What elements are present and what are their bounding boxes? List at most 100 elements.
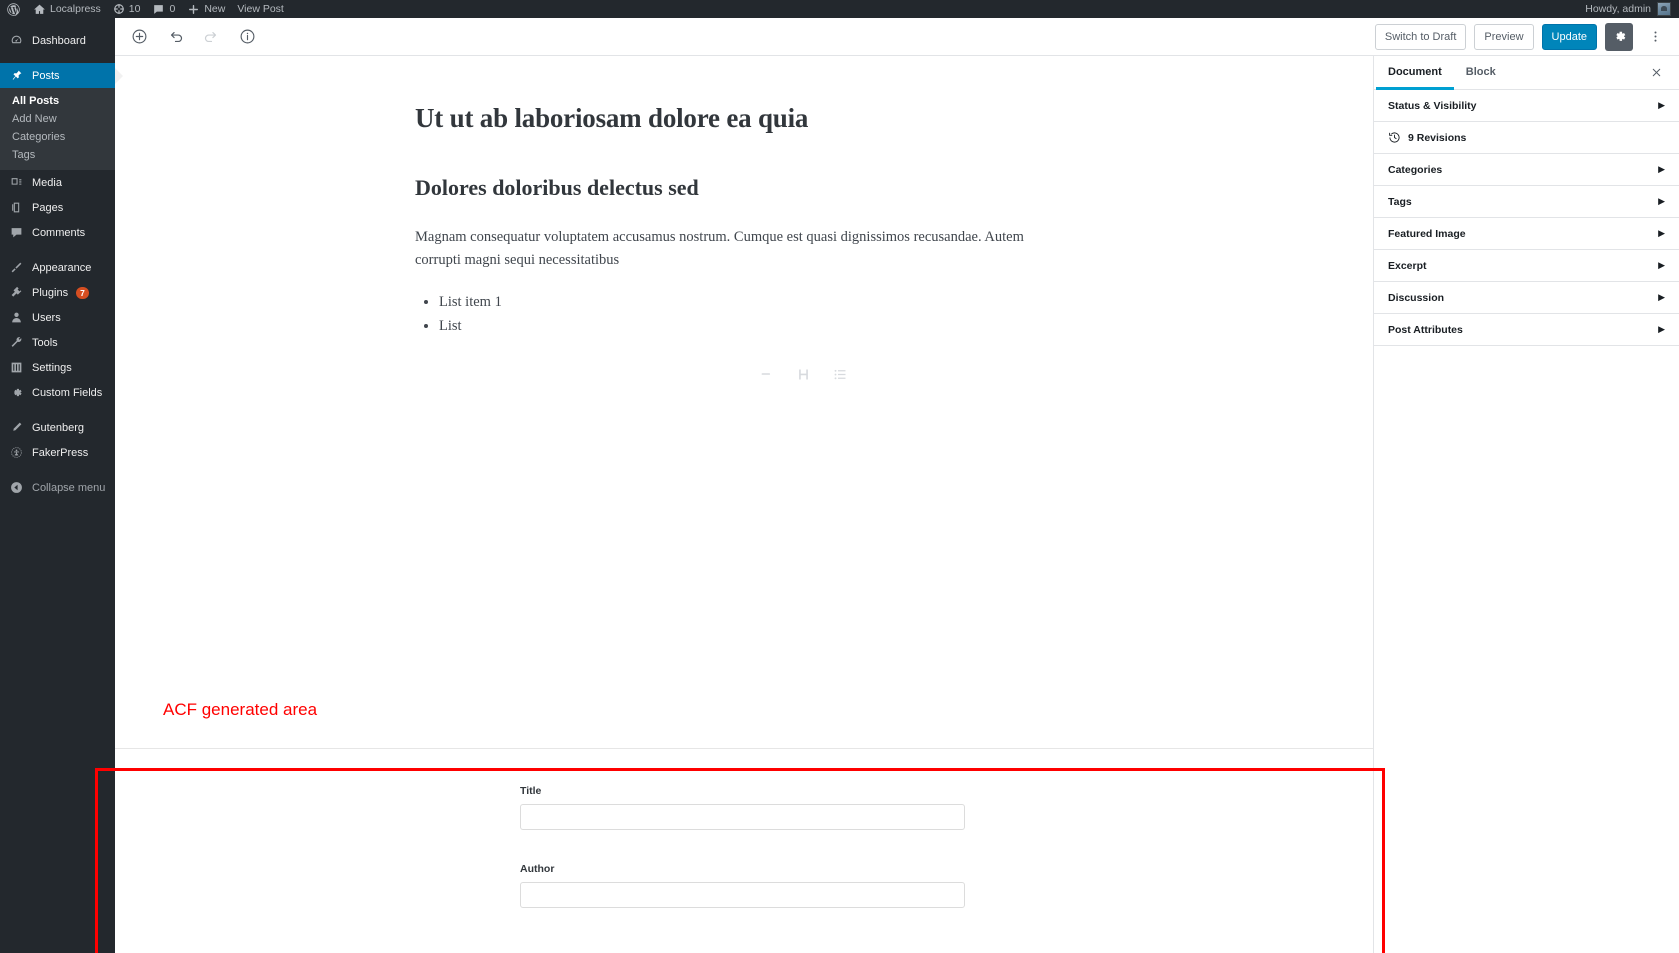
panel-title-discussion: Discussion [1388,291,1445,304]
panel-title-featured-image: Featured Image [1388,227,1466,240]
sidebar-item-fakerpress[interactable]: FakerPress [0,440,115,465]
revisions-icon [1388,131,1401,144]
post-list-block[interactable]: List item 1 List [415,291,1025,339]
acf-label-author: Author [520,863,555,875]
sidebar-label-tags: Tags [12,149,36,161]
sidebar-item-users[interactable]: Users [0,305,115,330]
sidebar-item-gutenberg[interactable]: Gutenberg [0,415,115,440]
pages-icon [9,201,24,214]
panel-status-and-visibility[interactable]: Status & Visibility ▶ [1374,90,1679,122]
heading-block-icon[interactable] [796,367,811,382]
acf-label-title: Title [520,785,542,797]
menu-spacer-2 [0,245,115,255]
sidebar-item-settings[interactable]: Settings [0,355,115,380]
collapse-menu-button[interactable]: Collapse menu [0,475,115,500]
paragraph-block-icon[interactable] [760,367,774,381]
gear-icon[interactable] [1605,22,1633,51]
panel-tags[interactable]: Tags ▶ [1374,186,1679,218]
sidebar-label-fakerpress: FakerPress [32,446,89,459]
sidebar-label-comments: Comments [32,226,86,239]
sidebar-item-comments[interactable]: Comments [0,220,115,245]
chevron-right-icon: ▶ [1658,292,1665,302]
admin-bar: Localpress 10 0 New View Post Howdy, adm… [0,0,1679,18]
sidebar-label-add-new: Add New [12,113,57,125]
admin-bar-item-view-post[interactable]: View Post [231,0,290,18]
acf-field-author: Author [520,863,965,908]
editor-header-left-tools [115,21,263,53]
home-icon [33,3,46,16]
sidebar-item-custom-fields[interactable]: Custom Fields [0,380,115,405]
update-button[interactable]: Update [1541,23,1597,50]
redo-icon[interactable] [195,21,227,53]
undo-icon[interactable] [159,21,191,53]
preview-button[interactable]: Preview [1474,23,1534,50]
menu-spacer-1 [0,53,115,63]
sidebar-item-add-new[interactable]: Add New [0,110,115,128]
avatar-icon [1657,2,1671,16]
admin-bar-account[interactable]: Howdy, admin [1585,0,1679,18]
post-paragraph-block[interactable]: Magnam consequatur voluptatem accusamus … [415,226,1025,273]
info-icon[interactable] [231,21,263,53]
admin-bar-item-localpress[interactable]: Localpress [27,0,107,18]
appearance-icon [9,261,24,274]
admin-bar-item-new[interactable]: New [181,0,231,18]
wordpress-logo-icon [6,2,21,17]
sidebar-label-pages: Pages [32,201,64,214]
panel-featured-image[interactable]: Featured Image ▶ [1374,218,1679,250]
post-title-block[interactable]: Ut ut ab laboriosam dolore ea quia [415,102,1025,136]
settings-icon [9,361,24,374]
admin-sidebar-menu: Dashboard Posts All Posts Add New Catego… [0,18,115,953]
chevron-right-icon: ▶ [1658,260,1665,270]
author-input[interactable] [520,882,965,908]
sidebar-item-media[interactable]: Media [0,170,115,195]
sidebar-label-categories: Categories [12,131,66,143]
ellipsis-vertical-icon[interactable] [1641,23,1669,51]
admin-bar-item-comments[interactable]: 0 [146,0,181,18]
tab-document[interactable]: Document [1376,56,1454,90]
panel-title-tags: Tags [1388,195,1412,208]
sidebar-item-tools[interactable]: Tools [0,330,115,355]
tab-block[interactable]: Block [1454,56,1508,90]
close-icon[interactable] [1650,66,1677,79]
switch-to-draft-button[interactable]: Switch to Draft [1374,23,1467,50]
list-item[interactable]: List [439,315,1025,338]
acf-field-title: Title [520,749,965,830]
editor-settings-sidebar: Document Block Status & Visibility ▶ 9 R… [1373,56,1679,953]
panel-excerpt[interactable]: Excerpt ▶ [1374,250,1679,282]
sidebar-item-appearance[interactable]: Appearance [0,255,115,280]
add-block-icon[interactable] [123,21,155,53]
panel-title-status-and-visibility: Status & Visibility [1388,99,1477,112]
sidebar-label-dashboard: Dashboard [32,34,86,47]
wordpress-logo-button[interactable] [0,0,27,18]
default-block-appender [760,367,1373,382]
title-input[interactable] [520,804,965,830]
post-blocks: Ut ut ab laboriosam dolore ea quia Dolor… [115,56,1373,382]
sidebar-label-users: Users [32,311,61,324]
editor-content-canvas: Ut ut ab laboriosam dolore ea quia Dolor… [115,56,1373,953]
menu-spacer-3 [0,405,115,415]
menu-spacer-top [0,18,115,28]
sidebar-item-plugins[interactable]: Plugins 7 [0,280,115,305]
admin-bar-item-updates[interactable]: 10 [107,0,147,18]
pin-icon [9,69,24,82]
sidebar-item-dashboard[interactable]: Dashboard [0,28,115,53]
sidebar-submenu-posts: All Posts Add New Categories Tags [0,88,115,170]
sidebar-item-categories[interactable]: Categories [0,128,115,146]
sidebar-item-pages[interactable]: Pages [0,195,115,220]
sidebar-item-tags[interactable]: Tags [0,146,115,164]
tools-icon [9,336,24,349]
comments-icon [9,226,24,239]
plugins-icon [9,286,24,299]
list-block-icon[interactable] [833,367,848,382]
panel-categories[interactable]: Categories ▶ [1374,154,1679,186]
panel-post-attributes[interactable]: Post Attributes ▶ [1374,314,1679,346]
sidebar-item-all-posts[interactable]: All Posts [0,92,115,110]
list-item[interactable]: List item 1 [439,291,1025,314]
panel-discussion[interactable]: Discussion ▶ [1374,282,1679,314]
sidebar-item-posts[interactable]: Posts [0,63,115,88]
chevron-right-icon: ▶ [1658,196,1665,206]
plus-icon [187,3,200,16]
sidebar-label-plugins: Plugins [32,286,69,299]
post-heading-block[interactable]: Dolores doloribus delectus sed [415,175,1025,201]
revisions-row[interactable]: 9 Revisions [1374,122,1679,154]
